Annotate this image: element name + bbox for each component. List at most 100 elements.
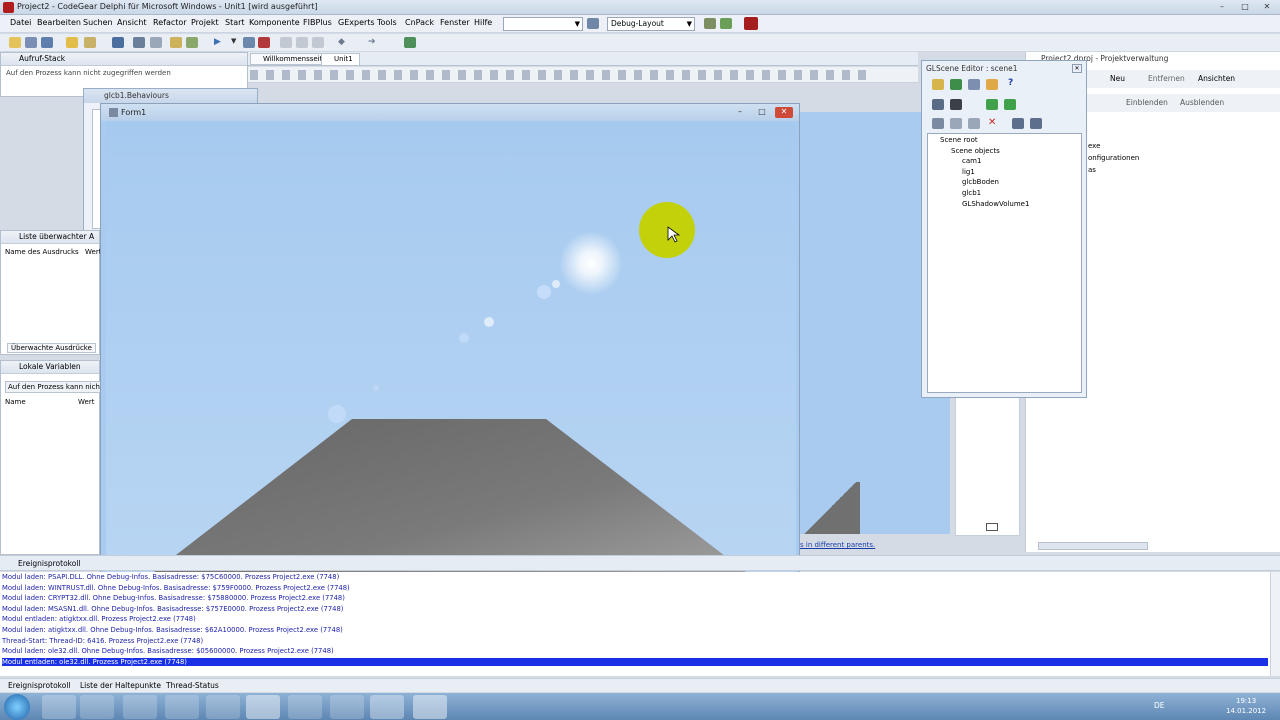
collapse-icon[interactable] (1030, 118, 1042, 129)
project-scrollbar[interactable] (1038, 542, 1148, 550)
add-effect-icon[interactable] (950, 99, 962, 110)
menu-start[interactable]: Start (225, 18, 245, 27)
app3-task-icon[interactable] (370, 695, 404, 719)
log-line[interactable]: Modul laden: atigktxx.dll. Ohne Debug-In… (2, 626, 343, 634)
start-button[interactable] (4, 694, 30, 720)
open-scene-icon[interactable] (932, 79, 944, 90)
new-button[interactable]: Neu (1110, 74, 1125, 83)
word-task-icon[interactable] (206, 695, 240, 719)
app-task-icon[interactable] (288, 695, 322, 719)
log-line[interactable]: Modul laden: WINTRUST.dll. Ohne Debug-In… (2, 584, 350, 592)
layout-combo[interactable]: Debug-Layout ▼ (607, 17, 695, 31)
project2-task-icon[interactable] (413, 695, 447, 719)
scene-tree-item[interactable]: cam1 (962, 157, 981, 165)
log-line[interactable]: Modul laden: ole32.dll. Ohne Debug-Infos… (2, 647, 334, 655)
hint-link[interactable]: s in different parents. (800, 541, 875, 549)
log-line[interactable]: Modul entladen: atigktxx.dll. Prozess Pr… (2, 615, 196, 623)
gl-scene-viewport[interactable] (106, 122, 796, 572)
expand-icon[interactable] (1012, 118, 1024, 129)
menu-cnpack[interactable]: CnPack (405, 18, 434, 27)
delphi-task-icon[interactable] (246, 695, 280, 719)
copy-icon[interactable] (950, 118, 962, 129)
clock-time[interactable]: 19:13 (1236, 697, 1256, 705)
scene-tree-item[interactable]: Scene root (940, 136, 978, 144)
menu-suchen[interactable]: Suchen (83, 18, 113, 27)
desktop-icon[interactable] (720, 18, 732, 29)
form-close-button[interactable]: ✕ (775, 107, 793, 118)
log-line[interactable]: Modul laden: CRYPT32.dll. Ohne Debug-Inf… (2, 594, 345, 602)
save-as-icon[interactable] (968, 79, 980, 90)
tab-thread-status[interactable]: Thread-Status (166, 681, 219, 690)
save-desktop-icon[interactable] (587, 18, 599, 29)
clock-date[interactable]: 14.01.2012 (1226, 707, 1266, 715)
print-icon[interactable] (133, 37, 145, 48)
media-player-task-icon[interactable] (80, 695, 114, 719)
save-all-icon[interactable] (41, 37, 53, 48)
menu-projekt[interactable]: Projekt (191, 18, 219, 27)
align-icons[interactable] (250, 70, 870, 80)
remove-button[interactable]: Entfernen (1148, 74, 1185, 83)
paste-icon[interactable] (968, 118, 980, 129)
log-line[interactable]: Modul laden: MSASN1.dll. Ohne Debug-Info… (2, 605, 343, 613)
form-minimize-button[interactable]: – (731, 107, 749, 118)
move-up-icon[interactable] (986, 99, 998, 110)
stop-icon[interactable] (258, 37, 270, 48)
glscene-editor-close-button[interactable]: ✕ (1072, 64, 1082, 73)
maximize-button[interactable]: □ (1236, 2, 1254, 13)
save-scene-icon[interactable] (950, 79, 962, 90)
trace-into-icon[interactable] (280, 37, 292, 48)
form-maximize-button[interactable]: □ (753, 107, 771, 118)
cnpack-icon[interactable] (404, 37, 416, 48)
tab-welcome[interactable]: Willkommensseite (250, 53, 332, 65)
scene-tree-item[interactable]: glcb1 (962, 189, 981, 197)
tab-event-log[interactable]: Ereignisprotokoll (8, 681, 71, 690)
desktop-combo[interactable]: ▼ (503, 17, 583, 31)
open-project-icon[interactable] (84, 37, 96, 48)
open-icon[interactable] (66, 37, 78, 48)
scene-tree-item[interactable]: lig1 (962, 168, 975, 176)
folder-task-icon[interactable] (165, 695, 199, 719)
menu-gexperts[interactable]: GExperts (338, 18, 375, 27)
project-item-configs[interactable]: onfigurationen (1088, 154, 1139, 162)
scene-tree-item[interactable]: GLShadowVolume1 (962, 200, 1029, 208)
open-folder-icon[interactable] (170, 37, 182, 48)
log-line-selected[interactable]: Modul entladen: ole32.dll. Prozess Proje… (2, 657, 1268, 666)
explorer-task-icon[interactable] (42, 695, 76, 719)
scene-tree-item[interactable]: glcbBoden (962, 178, 999, 186)
menu-komponente[interactable]: Komponente (249, 18, 300, 27)
menu-hilfe[interactable]: Hilfe (474, 18, 492, 27)
show-button[interactable]: Einblenden (1126, 98, 1168, 107)
pause-icon[interactable] (243, 37, 255, 48)
forward-icon[interactable]: ➔ (368, 37, 376, 47)
run-to-cursor-icon[interactable] (312, 37, 324, 48)
new-icon[interactable] (9, 37, 21, 48)
close-button[interactable]: ✕ (1258, 2, 1276, 13)
app2-task-icon[interactable] (330, 695, 364, 719)
menu-datei[interactable]: Datei (10, 18, 31, 27)
hide-button[interactable]: Ausblenden (1180, 98, 1224, 107)
language-indicator[interactable]: DE (1154, 701, 1165, 710)
move-down-icon[interactable] (1004, 99, 1016, 110)
designer-small-icon[interactable] (986, 523, 998, 531)
toggle-form-icon[interactable] (186, 37, 198, 48)
run-icon[interactable]: ▶ (214, 37, 221, 47)
back-icon[interactable]: ◆ (338, 37, 345, 47)
menu-fibplus[interactable]: FIBPlus (303, 18, 332, 27)
load-icon[interactable] (986, 79, 998, 90)
minimize-button[interactable]: – (1213, 2, 1231, 13)
tab-watches[interactable]: Überwachte Ausdrücke (7, 343, 96, 353)
menu-refactor[interactable]: Refactor (153, 18, 187, 27)
step-over-icon[interactable] (296, 37, 308, 48)
event-log-scrollbar[interactable] (1270, 572, 1280, 676)
menu-bearbeiten[interactable]: Bearbeiten (37, 18, 81, 27)
cut-icon[interactable] (932, 118, 944, 129)
event-log-list[interactable]: Modul laden: PSAPI.DLL. Ohne Debug-Infos… (0, 572, 1270, 676)
menu-ansicht[interactable]: Ansicht (117, 18, 147, 27)
add-object-icon[interactable] (932, 99, 944, 110)
views-button[interactable]: Ansichten (1198, 74, 1235, 83)
set-debug-desktop-icon[interactable] (704, 18, 716, 29)
run-dropdown-icon[interactable]: ▼ (231, 37, 236, 45)
view-unit-icon[interactable] (150, 37, 162, 48)
menu-tools[interactable]: Tools (377, 18, 397, 27)
menu-fenster[interactable]: Fenster (440, 18, 470, 27)
